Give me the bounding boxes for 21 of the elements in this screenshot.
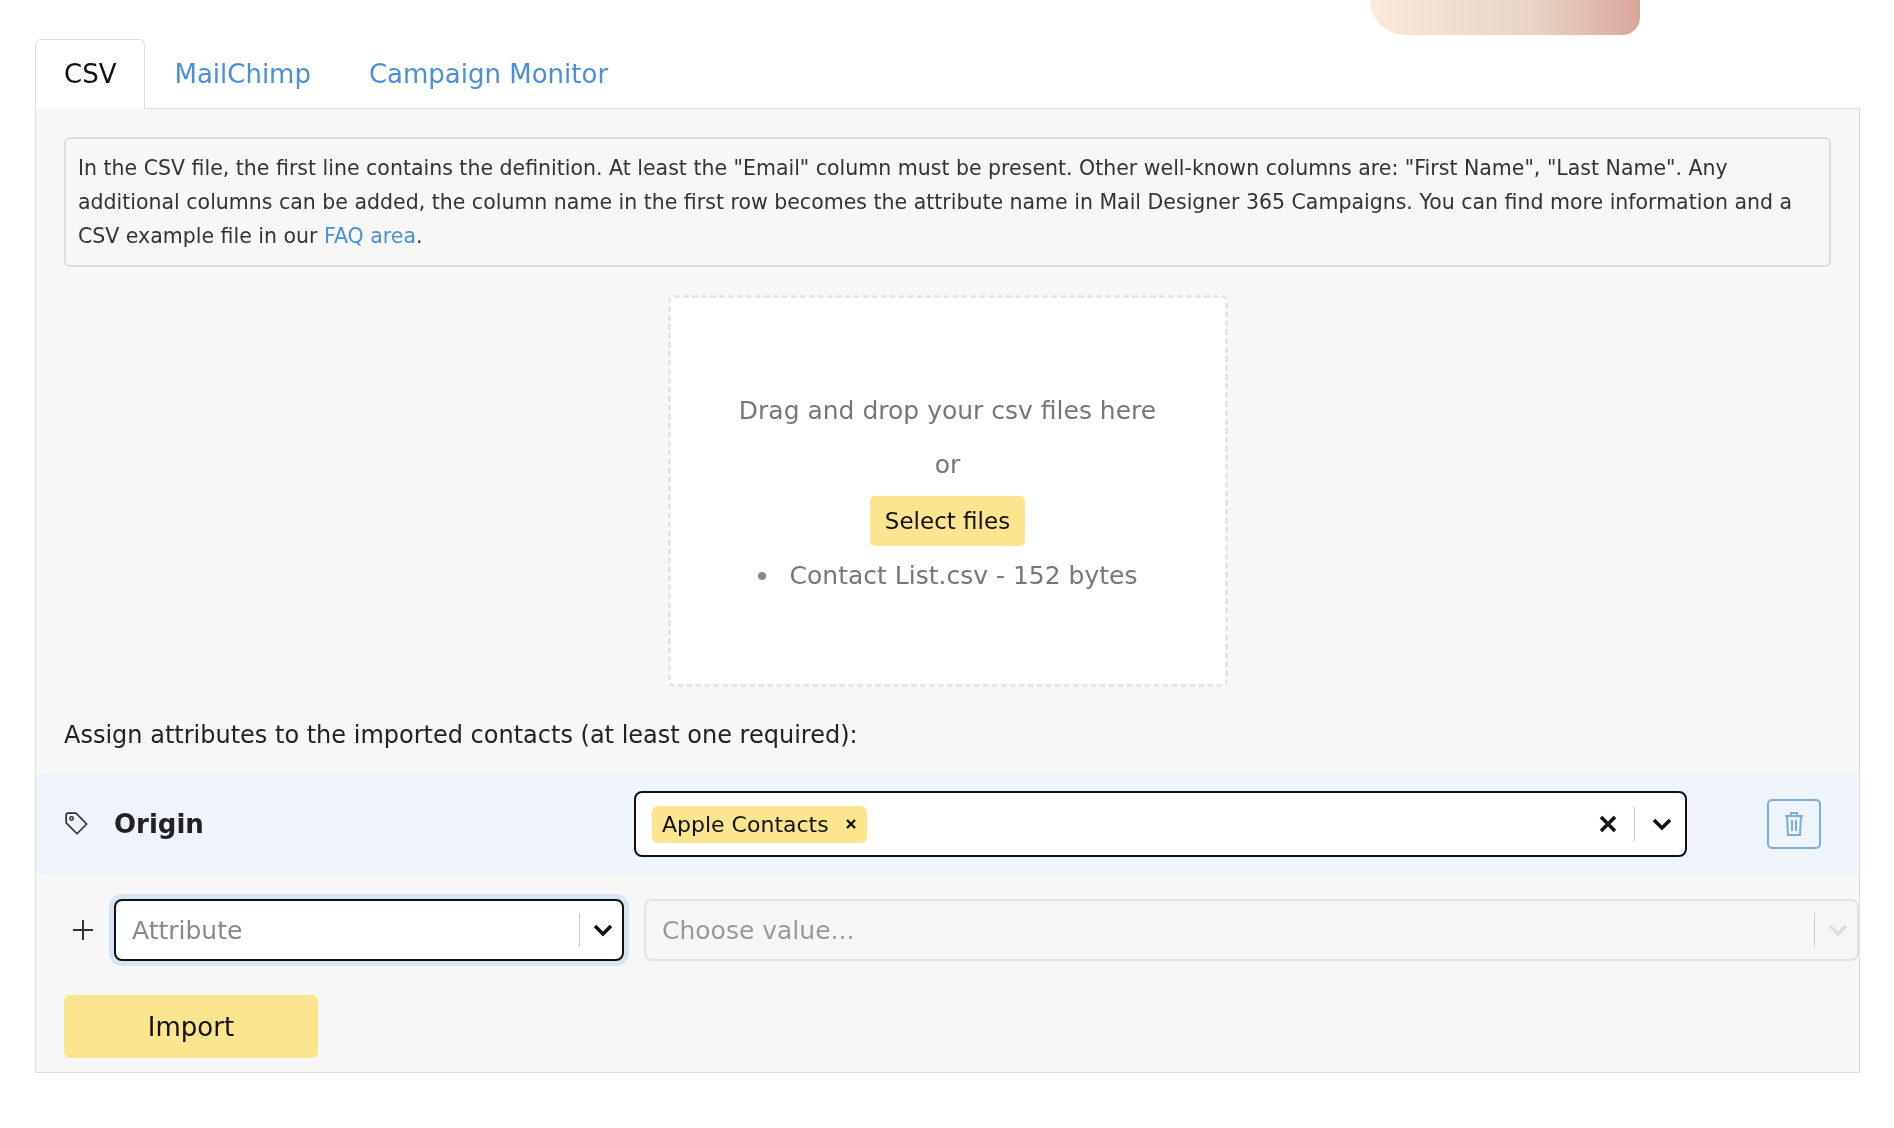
tag-icon [64, 811, 90, 837]
value-select[interactable]: Apple Contacts [634, 791, 1687, 857]
chevron-down-icon [1651, 817, 1673, 831]
select-files-button[interactable]: Select files [869, 496, 1026, 546]
plus-icon[interactable] [72, 919, 94, 941]
or-text: or [934, 449, 961, 481]
assign-label: Assign attributes to the imported contacts (at least one required): [64, 721, 859, 749]
drop-hint: Drag and drop your csv files here [738, 395, 1157, 427]
value-chip: Apple Contacts [652, 805, 867, 843]
chevron-down-icon [1827, 923, 1849, 937]
file-name: Contact List.csv - 152 bytes [789, 560, 1138, 592]
attribute-input[interactable]: Attribute [116, 915, 567, 945]
info-text: In the CSV file, the first line contains the definition. At least the "Email" column must be present. Other well-known columns are: "First Name", "Last Name". Any additional columns can be added, the column name in the first row becomes the attribute name in Mail Designer 365 Campaigns. You can find more information and a CSV example file in our FAQ area. [64, 137, 1831, 267]
remove-icon[interactable] [844, 818, 857, 830]
trash-icon [1783, 811, 1805, 837]
import-button[interactable]: Import [64, 995, 318, 1058]
attribute-name: Origin [114, 809, 205, 839]
tab[interactable]: CSV [35, 39, 146, 109]
bullet-icon [757, 572, 766, 580]
chevron-down-icon [592, 923, 614, 937]
drop-zone[interactable]: Drag and drop your csv files here or Select files Contact List.csv - 152 bytes [667, 295, 1228, 687]
